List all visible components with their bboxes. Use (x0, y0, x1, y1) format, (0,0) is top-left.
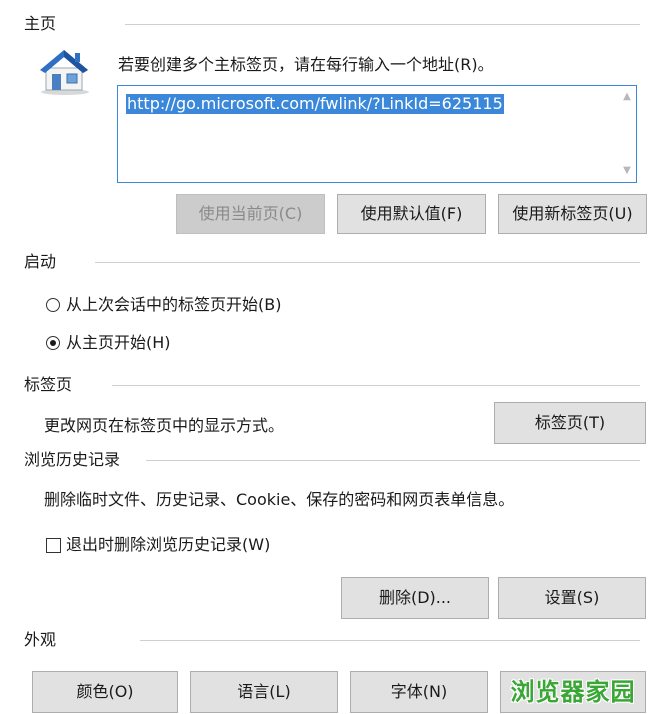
appearance-section-divider (140, 640, 640, 641)
delete-history-button[interactable]: 删除(D)... (341, 577, 489, 619)
use-default-button[interactable]: 使用默认值(F) (337, 194, 486, 234)
colors-button[interactable]: 颜色(O) (32, 671, 178, 713)
startup-last-session-radio[interactable] (46, 298, 60, 312)
url-scrollbar[interactable]: ▲ ▼ (620, 88, 634, 180)
delete-history-on-exit-checkbox[interactable] (46, 538, 61, 553)
scroll-down-icon[interactable]: ▼ (620, 164, 634, 178)
delete-history-on-exit-label[interactable]: 退出时删除浏览历史记录(W) (66, 535, 270, 555)
tabs-section-divider (112, 385, 640, 386)
site-watermark: 浏览器家园 (510, 678, 636, 706)
tabs-section-title: 标签页 (24, 375, 73, 394)
startup-section-title: 启动 (24, 252, 57, 271)
startup-home-page-label[interactable]: 从主页开始(H) (66, 333, 171, 353)
use-current-page-button[interactable]: 使用当前页(C) (176, 194, 325, 234)
home-section-divider (125, 24, 640, 25)
fonts-button[interactable]: 字体(N) (350, 671, 488, 713)
history-section-title: 浏览历史记录 (24, 450, 121, 469)
home-instruction-text: 若要创建多个主标签页，请在每行输入一个地址(R)。 (118, 55, 494, 74)
languages-button[interactable]: 语言(L) (190, 671, 338, 713)
tabs-settings-button[interactable]: 标签页(T) (494, 402, 646, 444)
appearance-section-title: 外观 (24, 630, 57, 649)
home-url-value[interactable]: http://go.microsoft.com/fwlink/?LinkId=6… (126, 94, 504, 114)
startup-last-session-label[interactable]: 从上次会话中的标签页开始(B) (66, 295, 281, 315)
internet-options-general-tab: 主页 若要创建多个主标签页，请在每行输入一个地址(R)。 http://go.m… (0, 0, 652, 714)
startup-section-divider (95, 262, 640, 263)
history-description: 删除临时文件、历史记录、Cookie、保存的密码和网页表单信息。 (44, 490, 515, 509)
history-section-divider (146, 460, 640, 461)
home-section-title: 主页 (24, 14, 57, 33)
scroll-up-icon[interactable]: ▲ (620, 90, 634, 104)
startup-home-page-radio[interactable] (46, 336, 60, 350)
use-new-tab-button[interactable]: 使用新标签页(U) (498, 194, 647, 234)
home-url-textarea[interactable]: http://go.microsoft.com/fwlink/?LinkId=6… (117, 85, 637, 183)
tabs-description: 更改网页在标签页中的显示方式。 (44, 416, 285, 435)
history-settings-button[interactable]: 设置(S) (498, 577, 646, 619)
home-icon (36, 46, 92, 96)
